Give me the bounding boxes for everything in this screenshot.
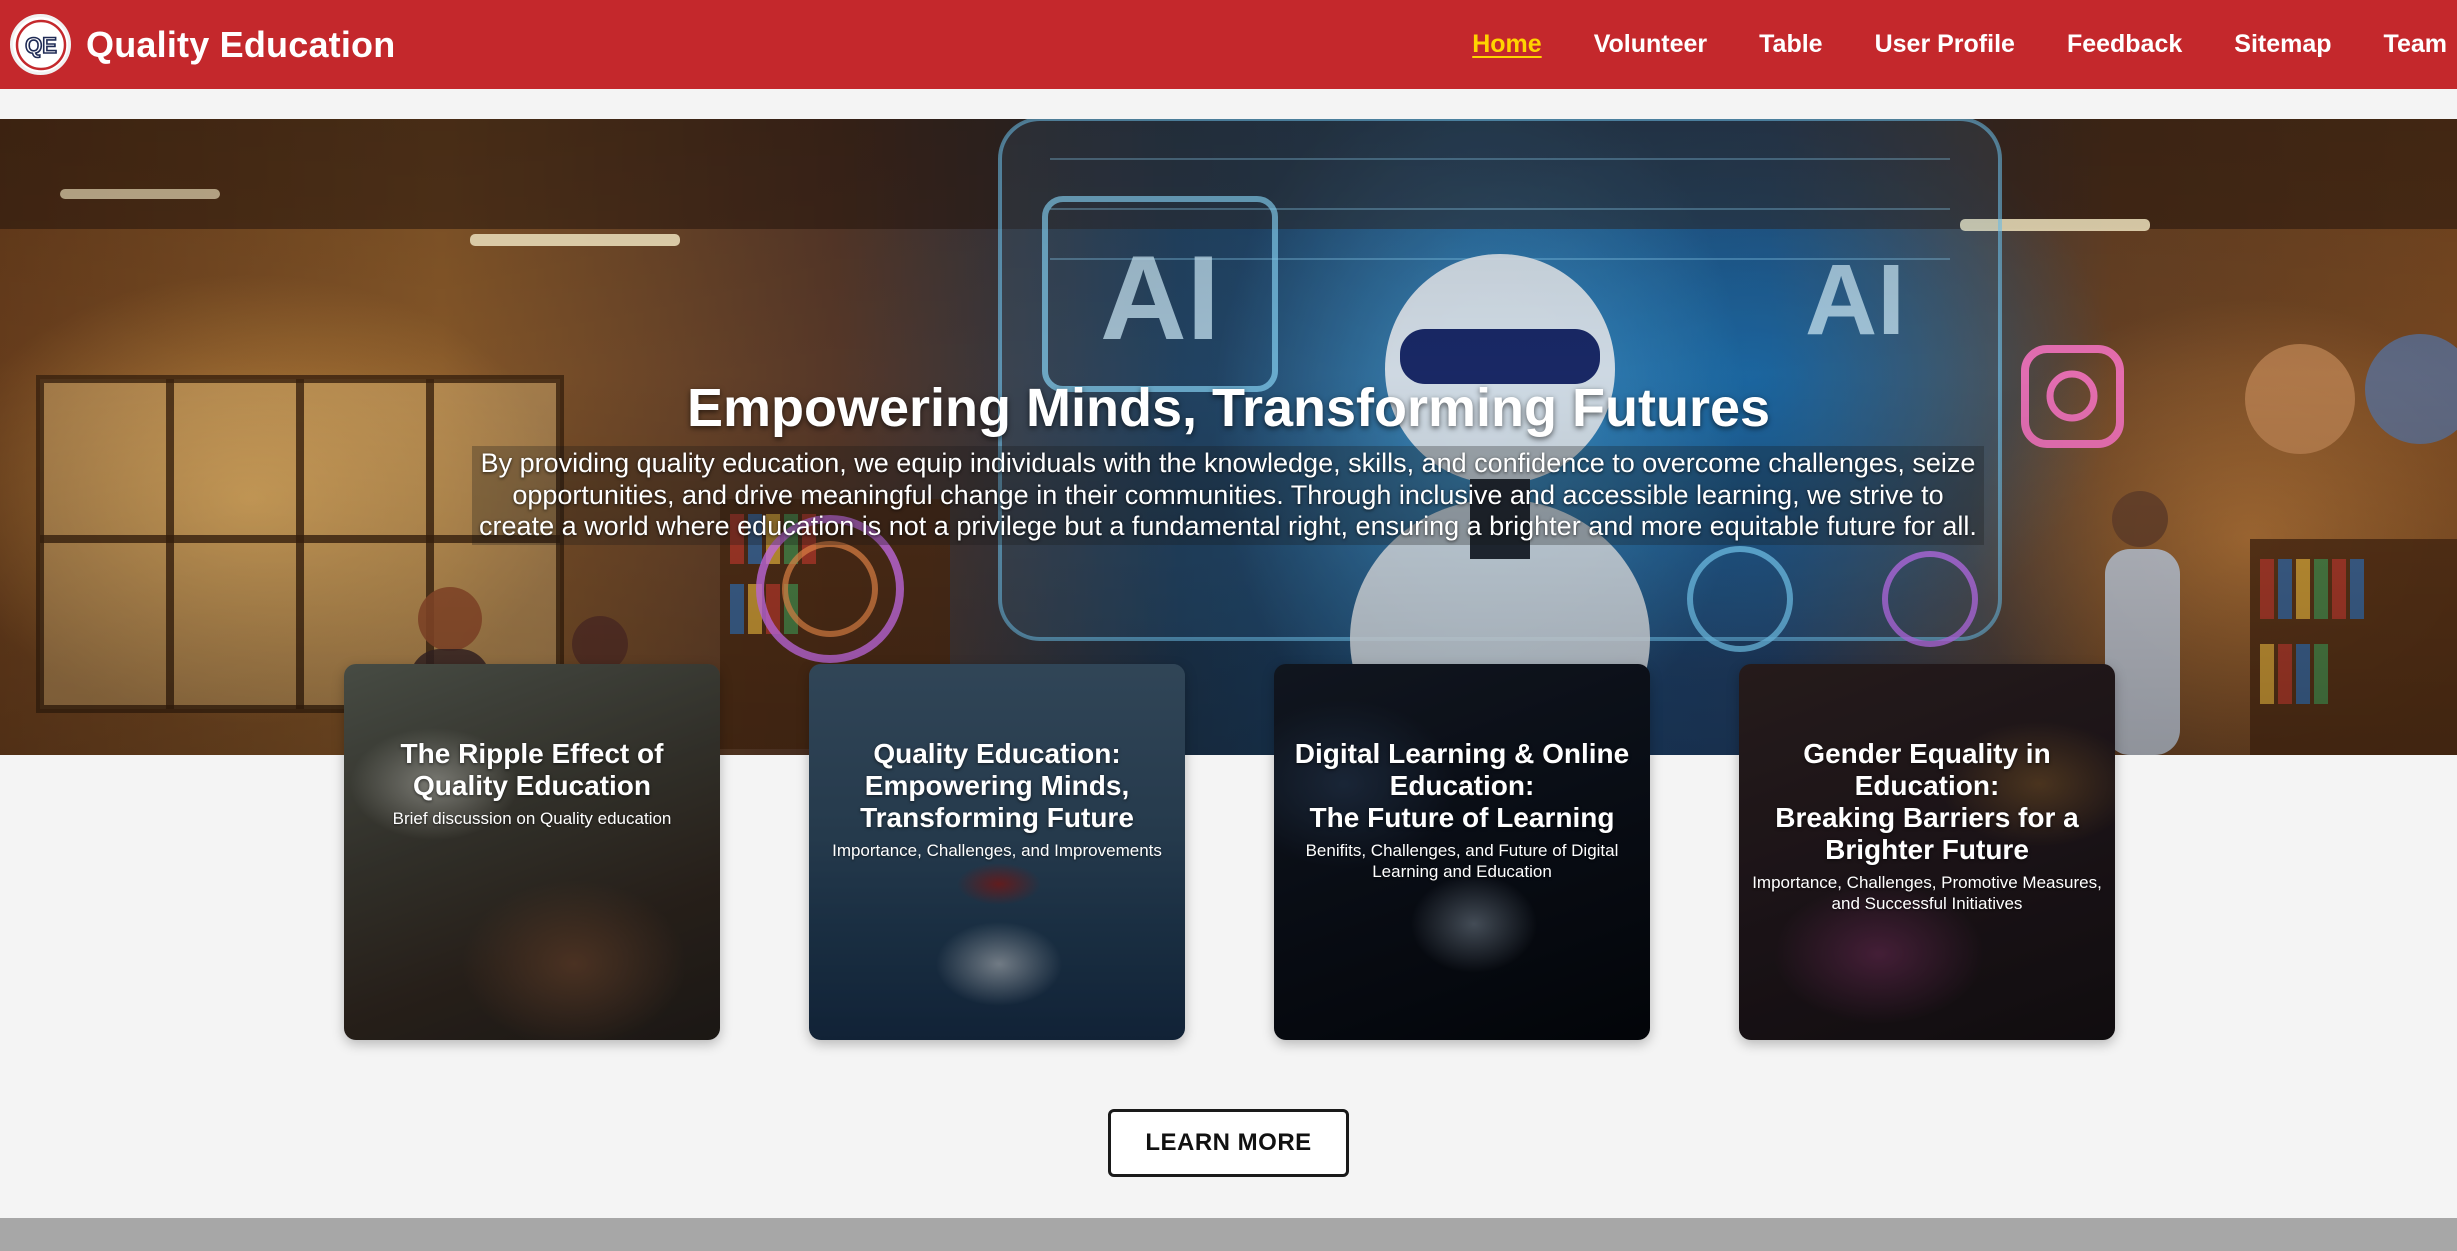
card-overlay (344, 664, 720, 1040)
card-content: The Ripple Effect of Quality Education B… (356, 738, 708, 829)
hero-banner: AI AI Empowering Minds, Transforming Fut… (0, 119, 2457, 755)
nav-link-team[interactable]: Team (2384, 30, 2447, 59)
main-nav: Home Volunteer Table User Profile Feedba… (1446, 0, 2457, 89)
card-title: Digital Learning & Online Education: The… (1294, 738, 1630, 833)
article-card-ripple-effect[interactable]: The Ripple Effect of Quality Education B… (344, 664, 720, 1040)
svg-text:QE: QE (25, 33, 57, 58)
logo-icon[interactable]: QE (10, 14, 71, 75)
article-card-gender-equality[interactable]: Gender Equality in Education: Breaking B… (1739, 664, 2115, 1040)
nav-link-volunteer[interactable]: Volunteer (1594, 30, 1707, 59)
card-subtitle: Benifits, Challenges, and Future of Digi… (1305, 841, 1619, 881)
card-subtitle: Importance, Challenges, and Improvements (832, 841, 1162, 860)
site-title[interactable]: Quality Education (86, 24, 395, 66)
card-subtitle: Importance, Challenges, Promotive Measur… (1752, 873, 2102, 913)
nav-link-sitemap[interactable]: Sitemap (2234, 30, 2331, 59)
hero-title: Empowering Minds, Transforming Futures (686, 378, 1771, 439)
learn-more-button[interactable]: LEARN MORE (1108, 1109, 1349, 1177)
card-title: Gender Equality in Education: Breaking B… (1775, 738, 2079, 865)
top-navbar: QE Quality Education Home Volunteer Tabl… (0, 0, 2457, 89)
card-content: Quality Education: Empowering Minds, Tra… (821, 738, 1173, 861)
hero-description: By providing quality education, we equip… (472, 446, 1984, 545)
card-title: Quality Education: Empowering Minds, Tra… (860, 738, 1134, 833)
card-content: Gender Equality in Education: Breaking B… (1751, 738, 2103, 914)
article-card-digital-learning[interactable]: Digital Learning & Online Education: The… (1274, 664, 1650, 1040)
card-content: Digital Learning & Online Education: The… (1286, 738, 1638, 882)
nav-link-table[interactable]: Table (1759, 30, 1822, 59)
brand[interactable]: QE Quality Education (10, 14, 395, 75)
nav-link-feedback[interactable]: Feedback (2067, 30, 2182, 59)
card-subtitle: Brief discussion on Quality education (392, 809, 672, 828)
nav-link-home[interactable]: Home (1472, 30, 1541, 59)
footer-strip (0, 1218, 2457, 1251)
article-card-empowering-minds[interactable]: Quality Education: Empowering Minds, Tra… (809, 664, 1185, 1040)
nav-link-user-profile[interactable]: User Profile (1875, 30, 2015, 59)
card-title: The Ripple Effect of Quality Education (400, 738, 664, 801)
